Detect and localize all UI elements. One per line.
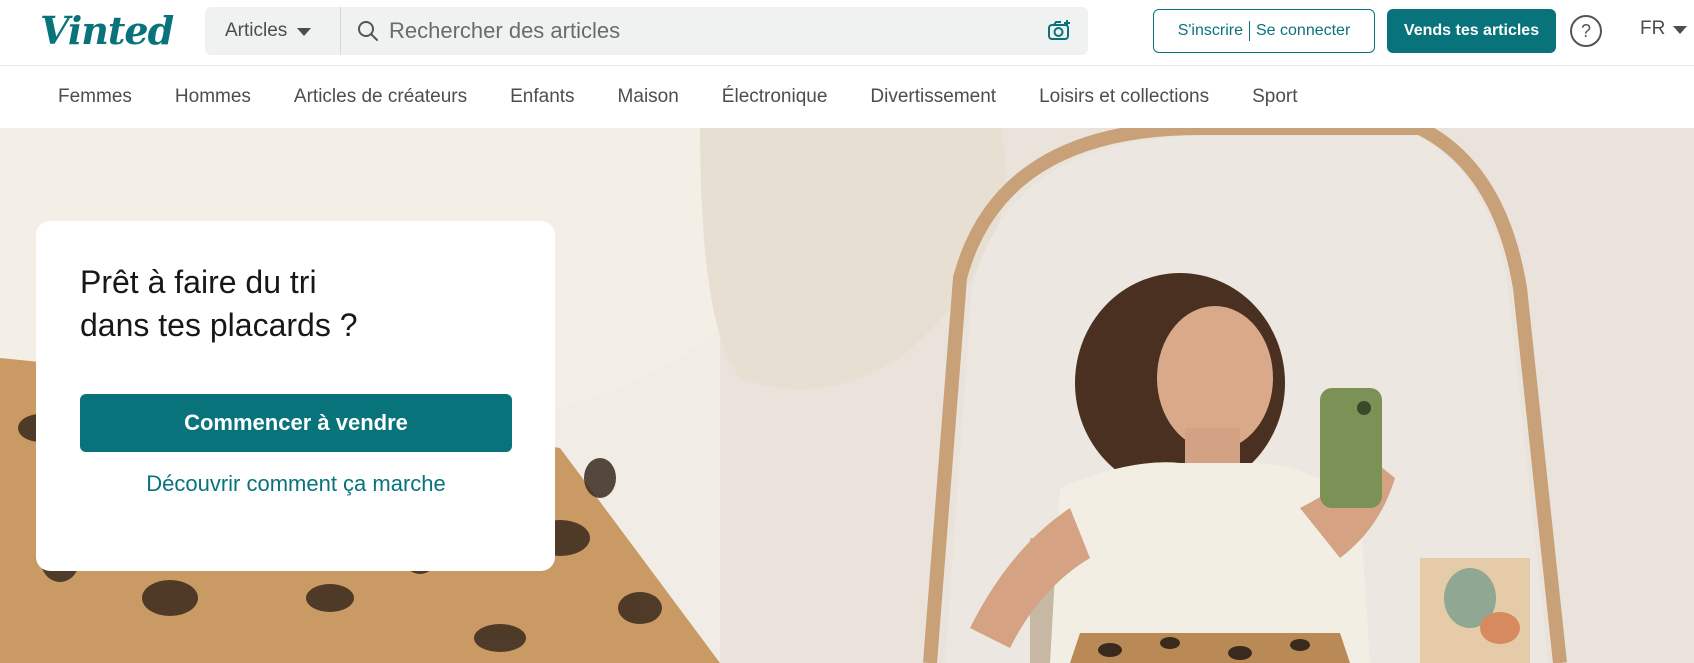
category-nav: Femmes Hommes Articles de créateurs Enfa… <box>0 66 1694 128</box>
category-loisirs[interactable]: Loisirs et collections <box>1039 86 1209 108</box>
search-bar: Articles <box>205 7 1088 55</box>
category-sport[interactable]: Sport <box>1252 86 1297 108</box>
category-divertissement[interactable]: Divertissement <box>870 86 996 108</box>
auth-divider <box>1249 21 1250 41</box>
hero-banner: Prêt à faire du tri dans tes placards ? … <box>0 128 1694 663</box>
chevron-down-icon <box>1673 26 1688 34</box>
login-link[interactable]: Se connecter <box>1256 22 1350 40</box>
hero-card: Prêt à faire du tri dans tes placards ? … <box>36 221 555 571</box>
signup-link[interactable]: S'inscrire <box>1178 22 1243 40</box>
start-selling-button[interactable]: Commencer à vendre <box>80 394 512 452</box>
category-designer[interactable]: Articles de créateurs <box>294 86 467 108</box>
search-category-select[interactable]: Articles <box>205 7 341 55</box>
language-selector[interactable]: FR <box>1640 18 1688 40</box>
hero-title-line2: dans tes placards ? <box>80 307 358 343</box>
category-hommes[interactable]: Hommes <box>175 86 251 108</box>
vinted-logo[interactable]: Vinted <box>40 6 174 56</box>
search-icon <box>357 20 379 42</box>
sell-items-button[interactable]: Vends tes articles <box>1387 9 1556 53</box>
search-input[interactable] <box>379 8 1046 54</box>
category-maison[interactable]: Maison <box>618 86 679 108</box>
help-icon[interactable]: ? <box>1570 15 1602 47</box>
language-label: FR <box>1640 18 1666 39</box>
search-category-label: Articles <box>225 20 288 41</box>
top-header: Vinted Articles S'inscrire Se connecter … <box>0 0 1694 66</box>
hero-title-line1: Prêt à faire du tri <box>80 264 317 300</box>
how-it-works-link[interactable]: Découvrir comment ça marche <box>80 471 512 497</box>
category-femmes[interactable]: Femmes <box>58 86 132 108</box>
auth-button[interactable]: S'inscrire Se connecter <box>1153 9 1375 53</box>
hero-title: Prêt à faire du tri dans tes placards ? <box>80 261 500 347</box>
category-enfants[interactable]: Enfants <box>510 86 574 108</box>
camera-icon[interactable] <box>1046 18 1072 44</box>
category-electronique[interactable]: Électronique <box>722 86 828 108</box>
chevron-down-icon <box>297 28 312 36</box>
